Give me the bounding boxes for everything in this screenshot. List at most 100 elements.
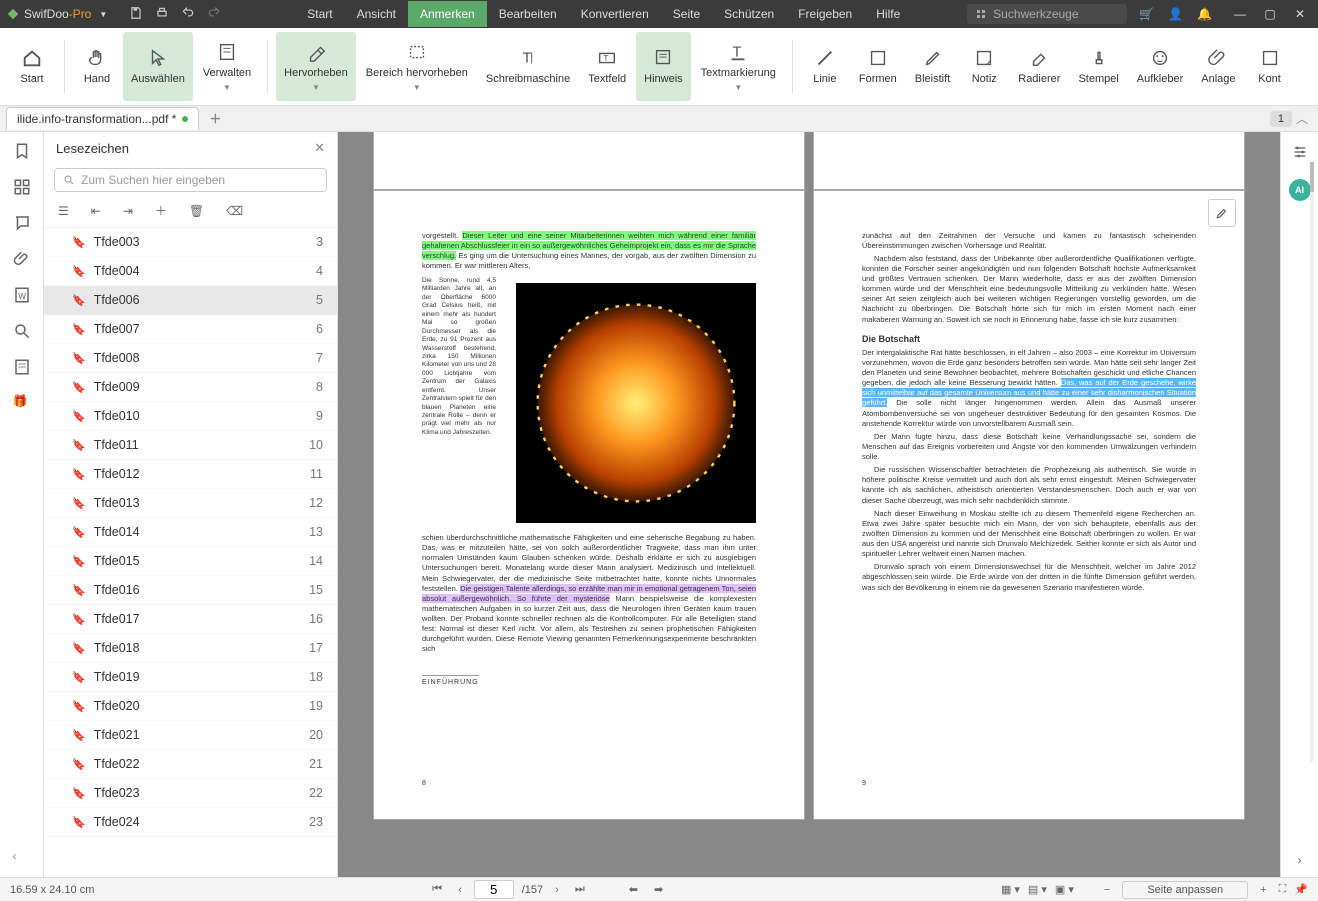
save-icon[interactable] [129,6,143,23]
delete-bookmark-icon[interactable]: 🗑 [189,204,204,218]
menu-freigeben[interactable]: Freigeben [786,1,864,27]
tool-start[interactable]: Start [8,32,56,101]
attachments-icon[interactable] [13,250,31,268]
expand-right-icon[interactable]: › [1298,853,1302,867]
add-bookmark-icon[interactable]: ＋ [155,202,167,219]
bookmark-item[interactable]: 🔖Tfde01817 [44,634,337,663]
view-mode-1-icon[interactable]: ▦ ▾ [1001,883,1020,896]
nav-fwd-button[interactable]: ➡ [650,883,667,896]
document-tab[interactable]: ilide.info-transformation...pdf * [6,107,199,130]
nav-back-button[interactable]: ⬅ [625,883,642,896]
bell-icon[interactable]: 🔔 [1197,7,1212,21]
redo-icon[interactable] [207,6,221,23]
tool-hervorheben[interactable]: Hervorheben▼ [276,32,356,101]
ai-button[interactable]: AI [1289,179,1311,201]
tool-kont[interactable]: Kont [1246,32,1294,101]
bookmark-item[interactable]: 🔖Tfde01918 [44,663,337,692]
prev-page-button[interactable]: ‹ [454,884,466,896]
zoom-in-button[interactable]: + [1256,884,1270,896]
collapse-ribbon-icon[interactable]: ︿ [1296,110,1308,127]
minimize-icon[interactable]: — [1228,7,1252,21]
bookmark-item[interactable]: 🔖Tfde01615 [44,576,337,605]
view-mode-2-icon[interactable]: ▤ ▾ [1028,883,1047,896]
tool-auswählen[interactable]: Auswählen [123,32,193,101]
tool-verwalten[interactable]: Verwalten▼ [195,32,259,101]
edit-page-button[interactable] [1208,199,1236,227]
menu-ansicht[interactable]: Ansicht [345,1,408,27]
menu-anmerken[interactable]: Anmerken [408,1,487,27]
bookmark-item[interactable]: 🔖Tfde01312 [44,489,337,518]
tool-bereich-hervorheben[interactable]: Bereich hervorheben▼ [358,32,476,101]
user-icon[interactable]: 👤 [1168,7,1183,21]
word-export-icon[interactable]: W [13,286,31,304]
tool-hinweis[interactable]: Hinweis [636,32,691,101]
search-icon[interactable] [13,322,31,340]
tool-textfeld[interactable]: TTextfeld [580,32,634,101]
settings-icon[interactable] [1292,144,1308,163]
bookmark-item[interactable]: 🔖Tfde0044 [44,257,337,286]
comments-icon[interactable] [13,214,31,232]
bookmark-item[interactable]: 🔖Tfde0109 [44,402,337,431]
tool-search[interactable]: Suchwerkzeuge [967,4,1127,24]
menu-schützen[interactable]: Schützen [712,1,786,27]
bookmark-item[interactable]: 🔖Tfde01413 [44,518,337,547]
bookmark-item[interactable]: 🔖Tfde0076 [44,315,337,344]
last-page-button[interactable]: ⏭ [571,883,589,896]
tool-aufkleber[interactable]: Aufkleber [1129,32,1191,101]
new-tab-button[interactable]: ＋ [209,110,221,127]
bookmark-item[interactable]: 🔖Tfde0033 [44,228,337,257]
bookmark-item[interactable]: 🔖Tfde02019 [44,692,337,721]
tool-linie[interactable]: Linie [801,32,849,101]
maximize-icon[interactable]: ▢ [1258,7,1282,21]
undo-icon[interactable] [181,6,195,23]
menu-seite[interactable]: Seite [661,1,712,27]
bookmark-item[interactable]: 🔖Tfde02120 [44,721,337,750]
view-mode-3-icon[interactable]: ▣ ▾ [1055,883,1074,896]
first-page-button[interactable]: ⏮ [428,883,446,896]
app-menu-caret[interactable]: ▼ [99,10,107,19]
menu-hilfe[interactable]: Hilfe [864,1,912,27]
tool-formen[interactable]: Formen [851,32,905,101]
menu-bearbeiten[interactable]: Bearbeiten [487,1,569,27]
bookmark-item[interactable]: 🔖Tfde01716 [44,605,337,634]
vertical-scrollbar[interactable] [1310,162,1314,762]
tool-schreibmaschine[interactable]: TSchreibmaschine [478,32,578,101]
cart-icon[interactable]: 🛒 [1139,7,1154,21]
print-icon[interactable] [155,6,169,23]
tool-hand[interactable]: Hand [73,32,121,101]
tool-radierer[interactable]: Radierer [1010,32,1068,101]
form-icon[interactable] [13,358,31,376]
bookmark-item[interactable]: 🔖Tfde01110 [44,431,337,460]
outdent-icon[interactable]: ⇤ [91,204,101,218]
next-page-button[interactable]: › [551,884,563,896]
menu-start[interactable]: Start [295,1,344,27]
bookmark-icon[interactable] [13,142,31,160]
bookmark-item[interactable]: 🔖Tfde02423 [44,808,337,837]
pin-icon[interactable]: 📌 [1294,883,1308,896]
thumbnails-icon[interactable] [13,178,31,196]
page-input[interactable] [474,880,514,899]
collapse-left-icon[interactable]: ‹ [13,849,31,867]
list-view-icon[interactable]: ☰ [58,204,69,218]
menu-konvertieren[interactable]: Konvertieren [569,1,661,27]
tool-textmarkierung[interactable]: TTextmarkierung▼ [693,32,784,101]
bookmark-item[interactable]: 🔖Tfde02221 [44,750,337,779]
clear-bookmarks-icon[interactable]: ⌫ [226,204,243,218]
tool-notiz[interactable]: Notiz [960,32,1008,101]
bookmark-item[interactable]: 🔖Tfde02322 [44,779,337,808]
tool-bleistift[interactable]: Bleistift [907,32,958,101]
bookmark-item[interactable]: 🔖Tfde01211 [44,460,337,489]
fullscreen-icon[interactable]: ⛶ [1279,883,1287,896]
close-icon[interactable]: ✕ [1288,7,1312,21]
bookmark-search[interactable]: Zum Suchen hier eingeben [54,168,327,192]
bookmark-item[interactable]: 🔖Tfde0065 [44,286,337,315]
bookmark-item[interactable]: 🔖Tfde01514 [44,547,337,576]
gift-icon[interactable]: 🎁 [13,394,31,412]
zoom-fit-button[interactable]: Seite anpassen [1122,881,1248,899]
bookmark-item[interactable]: 🔖Tfde0098 [44,373,337,402]
bookmark-item[interactable]: 🔖Tfde0087 [44,344,337,373]
panel-close-icon[interactable]: ✕ [314,140,325,156]
tool-stempel[interactable]: Stempel [1070,32,1126,101]
tool-anlage[interactable]: Anlage [1193,32,1243,101]
zoom-out-button[interactable]: − [1100,884,1114,896]
